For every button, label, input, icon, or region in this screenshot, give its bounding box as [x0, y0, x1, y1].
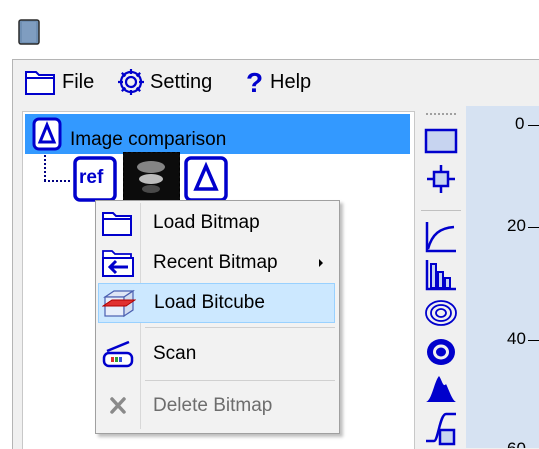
ruler-label: 40 [507, 329, 526, 348]
submenu-arrow-icon [319, 259, 323, 267]
tree-connector [44, 180, 70, 182]
ring-icon[interactable] [424, 336, 458, 368]
menu-file-label: File [62, 70, 95, 93]
step-graph-icon[interactable] [424, 410, 458, 446]
folder-icon [25, 71, 55, 95]
menu-setting[interactable]: Setting [116, 64, 212, 100]
delta-compare-icon[interactable] [184, 156, 230, 202]
folder-icon [102, 212, 132, 236]
recent-arrow-icon [102, 250, 134, 277]
load-bitcube-item[interactable]: Load Bitcube [98, 283, 335, 323]
bitmap-thumbnail[interactable] [123, 152, 180, 202]
histogram-icon[interactable] [424, 258, 458, 292]
delta-icon [32, 117, 62, 151]
bitmap-thumbnail-image [124, 153, 179, 201]
menu-setting-label: Setting [150, 70, 213, 93]
ruler-label-clip: 60 [505, 441, 539, 448]
tree-root-label: Image comparison [70, 129, 227, 150]
scan-label: Scan [153, 343, 197, 364]
ruler-label: 0 [515, 114, 525, 133]
ruler-label: 20 [507, 216, 526, 235]
delete-x-icon [110, 397, 126, 414]
menu-separator [145, 327, 335, 328]
ref-label: ref [79, 167, 104, 188]
title-bar [0, 0, 539, 60]
recent-bitmap-label: Recent Bitmap [153, 252, 278, 273]
tree-connector [44, 155, 46, 181]
contour-icon[interactable] [423, 297, 459, 329]
app-icon [18, 19, 40, 45]
load-bitcube-label: Load Bitcube [154, 292, 265, 313]
vertical-ruler [466, 106, 539, 448]
ref-node[interactable]: ref [73, 156, 119, 202]
rectangle-tool-icon[interactable] [424, 128, 458, 154]
gear-icon [118, 69, 144, 95]
bitcube-icon [102, 289, 136, 318]
delete-bitmap-item[interactable]: Delete Bitmap [98, 386, 335, 426]
load-bitmap-item[interactable]: Load Bitmap [98, 203, 335, 243]
curve-graph-icon[interactable] [424, 220, 458, 254]
recent-bitmap-item[interactable]: Recent Bitmap [98, 243, 335, 283]
crosshair-icon[interactable] [426, 164, 456, 194]
menu-file[interactable]: File [24, 64, 94, 100]
svg-text:?: ? [246, 67, 263, 97]
menu-help-label: Help [270, 70, 312, 93]
scanner-icon [102, 340, 134, 368]
toolbar-grip [426, 113, 456, 115]
ruler-tick [528, 125, 539, 126]
ruler-tick [528, 227, 539, 228]
menu-separator [145, 380, 335, 381]
ruler-tick [528, 340, 539, 341]
ruler-label: 60 [507, 441, 526, 448]
menu-help[interactable]: ? Help [244, 64, 311, 100]
load-bitmap-label: Load Bitmap [153, 212, 260, 233]
3d-surface-icon[interactable] [424, 372, 458, 404]
toolbar-separator [421, 210, 461, 211]
delete-bitmap-label: Delete Bitmap [153, 395, 273, 416]
scan-item[interactable]: Scan [98, 334, 335, 374]
help-question-icon: ? [246, 67, 263, 97]
